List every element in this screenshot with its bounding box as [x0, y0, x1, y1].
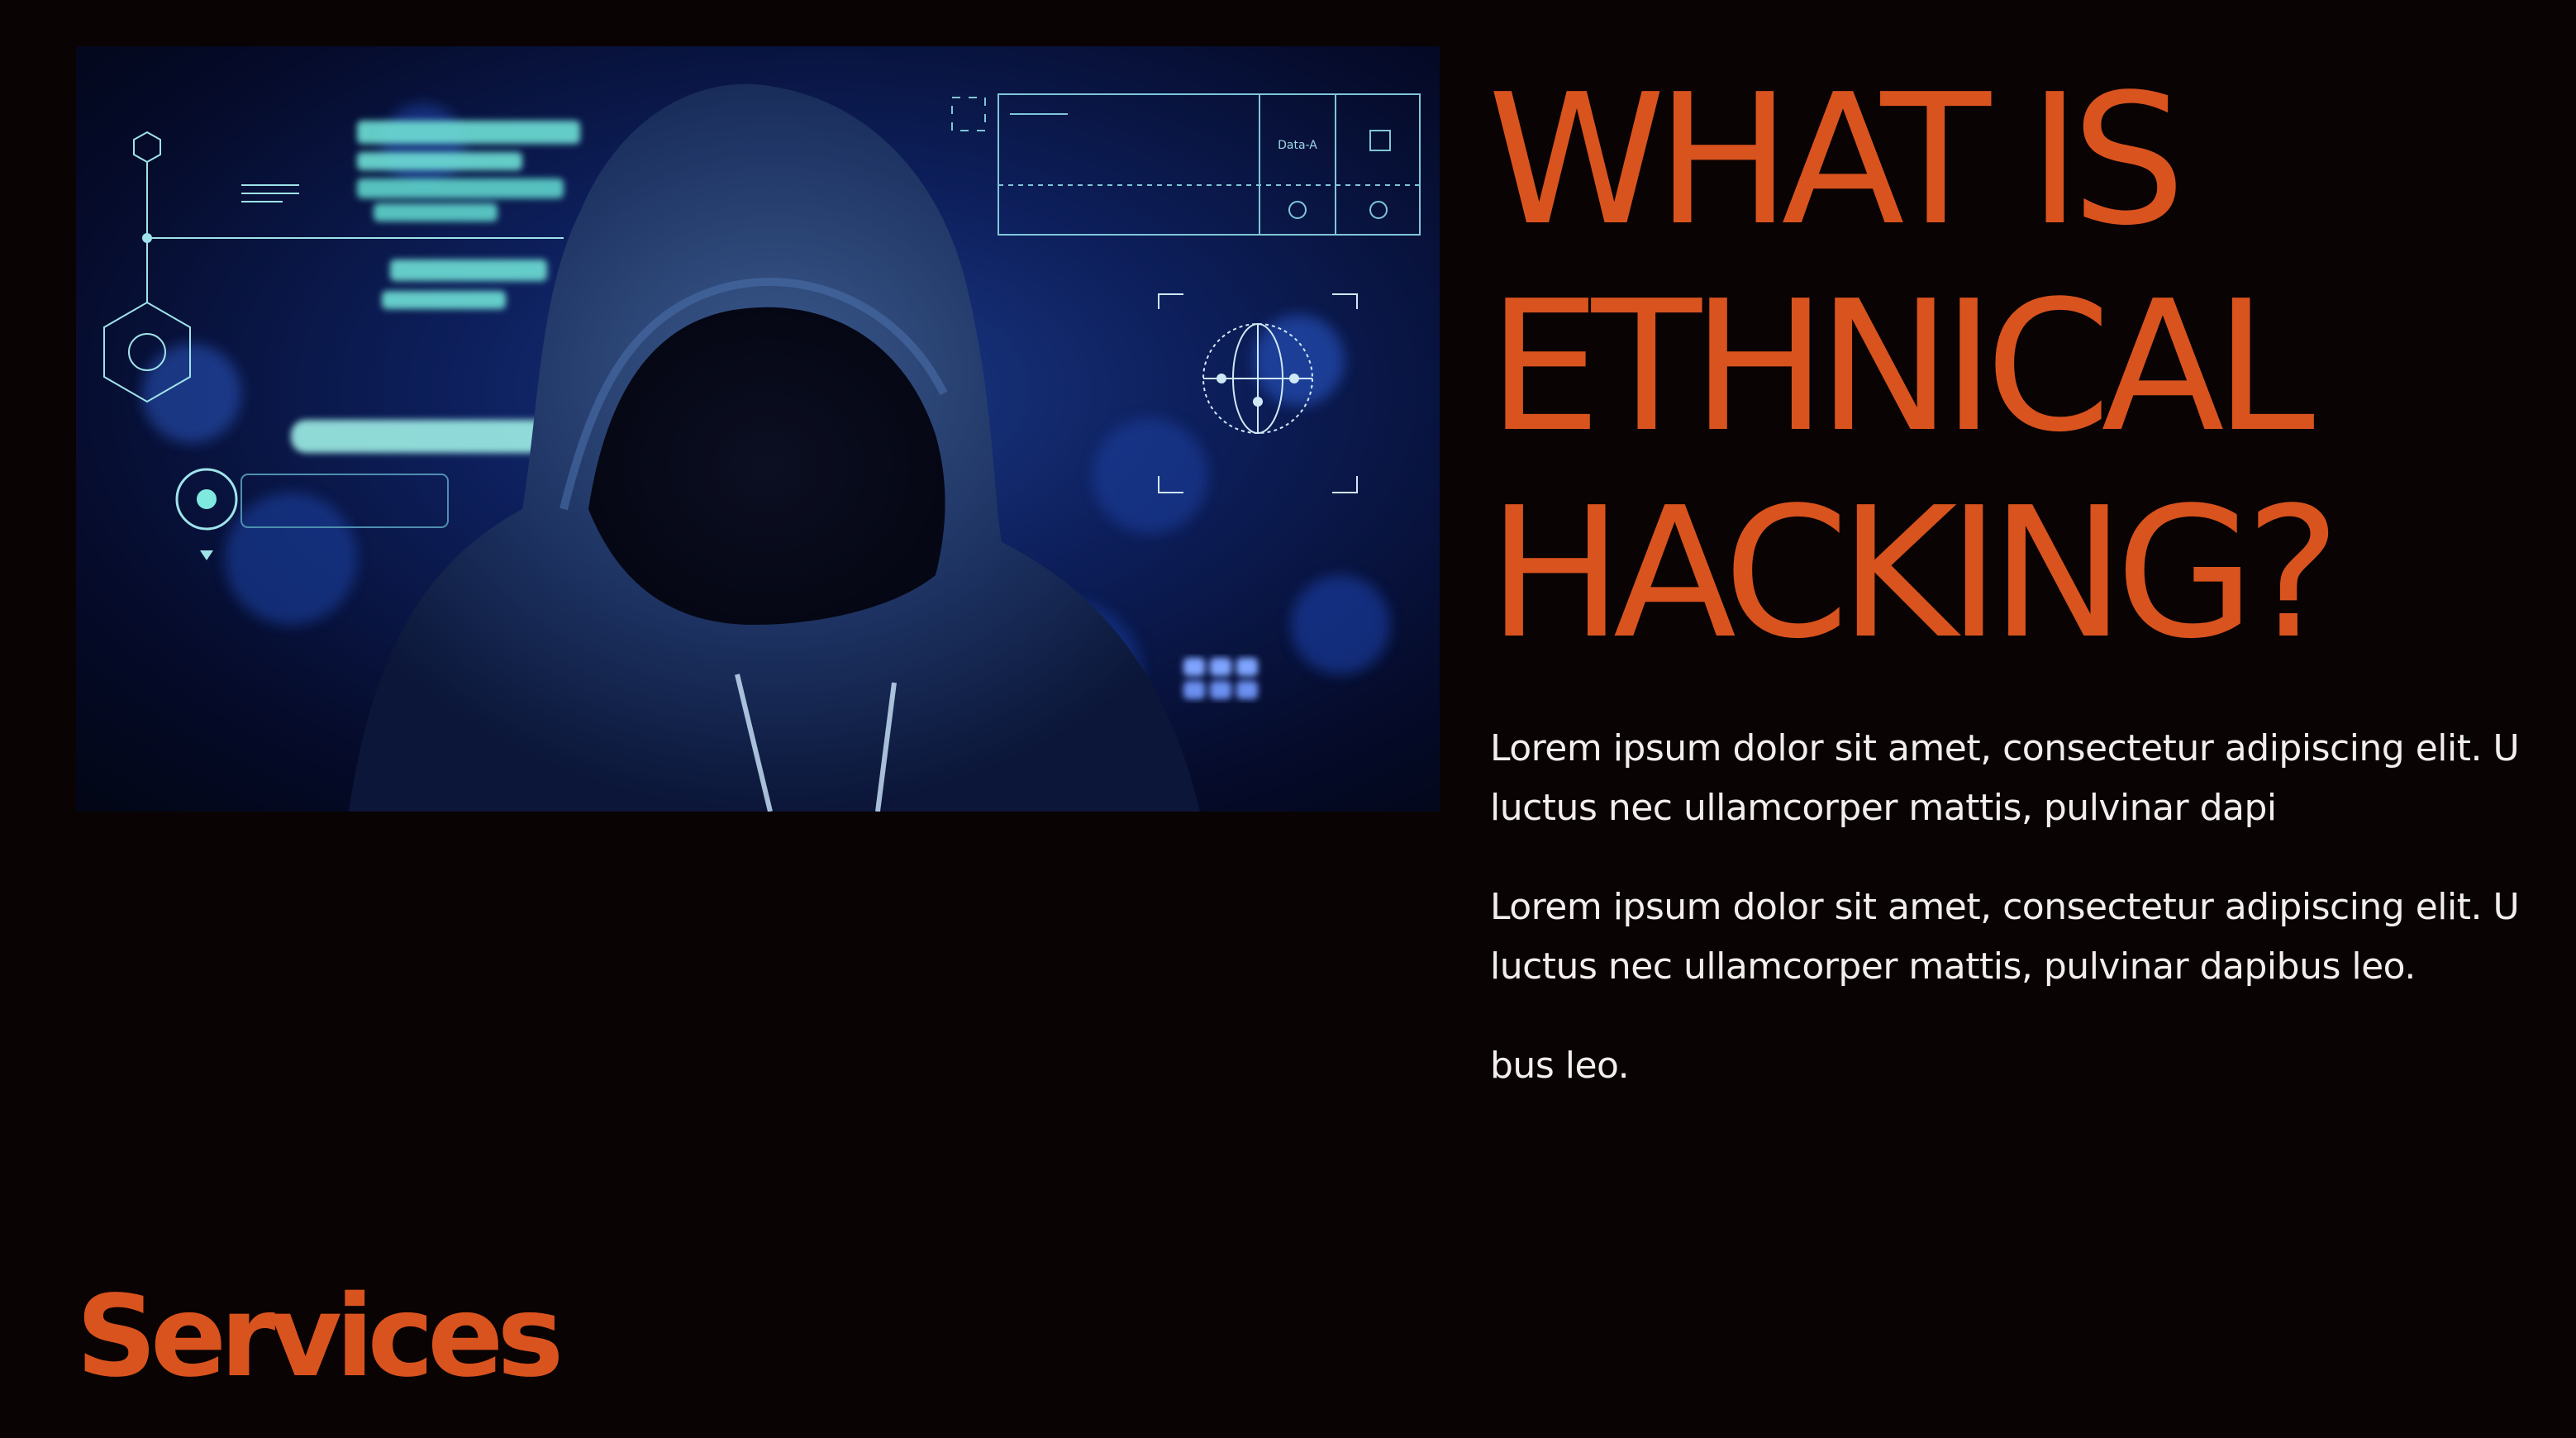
hacker-image: Data-A [76, 46, 1440, 812]
title-line-2: ETHNICAL [1488, 263, 2315, 472]
paragraph-line: bus leo. [1490, 1045, 1630, 1087]
paragraph-line: Lorem ipsum dolor sit amet, consectetur … [1490, 727, 2520, 769]
paragraph: Lorem ipsum dolor sit amet, consectetur … [1490, 878, 2576, 997]
services-label: Services [76, 1272, 564, 1402]
paragraph-line: luctus nec ullamcorper mattis, pulvinar … [1490, 945, 2416, 988]
paragraph: bus leo. [1490, 1036, 2576, 1096]
glowing-keys [1183, 658, 1258, 699]
paragraph: Lorem ipsum dolor sit amet, consectetur … [1490, 719, 2576, 838]
page-title: WHAT IS ETHNICAL HACKING? [1488, 58, 2562, 678]
hacker-illustration: Data-A [103, 83, 1421, 812]
paragraph-line: Lorem ipsum dolor sit amet, consectetur … [1490, 886, 2520, 928]
hud-data-label: Data-A [1278, 139, 1317, 152]
title-line-1: WHAT IS [1488, 56, 2186, 265]
hud-data-grid [951, 93, 1421, 236]
slide: Data-A WHAT IS ETHNICAL HACKING? Lorem i… [0, 0, 2576, 1438]
body-text: Lorem ipsum dolor sit amet, consectetur … [1490, 719, 2576, 1136]
paragraph-line: luctus nec ullamcorper mattis, pulvinar … [1490, 787, 2277, 829]
title-line-3: HACKING? [1488, 469, 2340, 679]
